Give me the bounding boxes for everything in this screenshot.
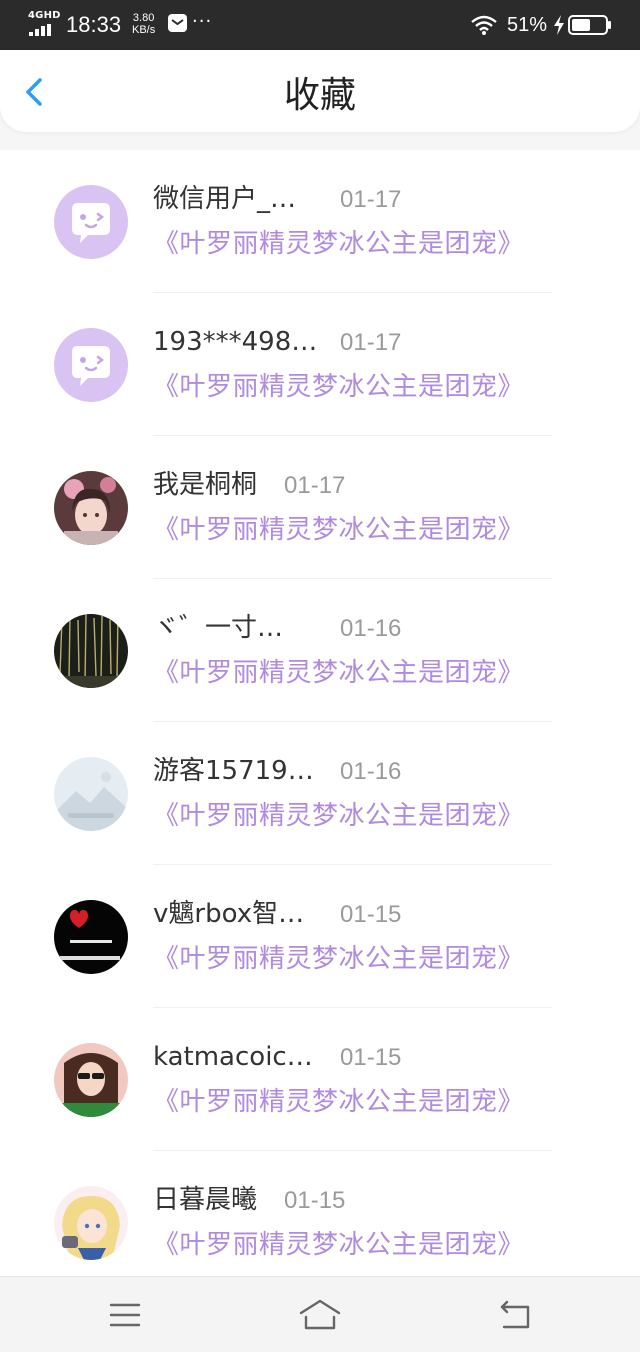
user-name: v魑rbox智… <box>153 899 305 929</box>
anime-girl-avatar-icon <box>54 471 128 545</box>
status-bar: 4GHD 18:33 3.80 KB/s ··· 51% <box>0 0 640 50</box>
sailor-moon-avatar-icon <box>54 1186 128 1260</box>
battery-icon <box>568 15 612 35</box>
avatar[interactable] <box>54 900 128 974</box>
avatar[interactable] <box>54 1043 128 1117</box>
network-speed: 3.80 KB/s <box>132 12 155 36</box>
favorites-list: 微信用户_… 01-17 《叶罗丽精灵梦冰公主是团宠》 193***498… 0… <box>0 150 640 1276</box>
date: 01-15 <box>340 901 402 928</box>
book-title[interactable]: 《叶罗丽精灵梦冰公主是团宠》 <box>153 655 524 691</box>
user-name: 日暮晨曦 <box>153 1185 258 1215</box>
book-title[interactable]: 《叶罗丽精灵梦冰公主是团宠》 <box>153 1227 524 1263</box>
user-name: 游客15719… <box>153 756 314 786</box>
more-notifications: ··· <box>192 11 213 32</box>
date: 01-15 <box>284 1187 346 1214</box>
header: 收藏 <box>0 50 640 132</box>
home-button[interactable] <box>298 1297 342 1333</box>
list-item[interactable]: 我是桐桐 01-17 《叶罗丽精灵梦冰公主是团宠》 <box>0 436 640 579</box>
book-title[interactable]: 《叶罗丽精灵梦冰公主是团宠》 <box>153 226 524 262</box>
menu-icon <box>109 1303 141 1327</box>
date: 01-16 <box>340 615 402 642</box>
menu-button[interactable] <box>105 1297 145 1333</box>
user-name: katmacoic… <box>153 1042 313 1072</box>
speed-value: 3.80 <box>132 12 155 24</box>
user-name: ヾ゛一寸… <box>153 613 284 643</box>
network-type: 4GHD <box>28 10 61 21</box>
default-avatar-icon <box>54 185 128 259</box>
date: 01-16 <box>340 758 402 785</box>
placeholder-image-icon <box>54 757 128 831</box>
home-icon <box>299 1299 341 1330</box>
default-avatar-icon <box>54 328 128 402</box>
back-icon <box>500 1300 530 1329</box>
night-lights-avatar-icon <box>54 614 128 688</box>
photo-girl-avatar-icon <box>54 1043 128 1117</box>
battery-percent: 51% <box>507 14 548 36</box>
wifi-icon <box>470 14 498 36</box>
date: 01-17 <box>284 472 346 499</box>
list-item[interactable]: v魑rbox智… 01-15 《叶罗丽精灵梦冰公主是团宠》 <box>0 865 640 1008</box>
back-nav-button[interactable] <box>496 1297 536 1333</box>
user-name: 193***498… <box>153 327 318 357</box>
avatar[interactable] <box>54 471 128 545</box>
list-item[interactable]: 微信用户_… 01-17 《叶罗丽精灵梦冰公主是团宠》 <box>0 150 640 293</box>
speed-unit: KB/s <box>132 24 156 36</box>
book-title[interactable]: 《叶罗丽精灵梦冰公主是团宠》 <box>153 941 524 977</box>
clock: 18:33 <box>66 12 122 37</box>
avatar[interactable] <box>54 185 128 259</box>
list-item[interactable]: 日暮晨曦 01-15 《叶罗丽精灵梦冰公主是团宠》 <box>0 1151 640 1276</box>
book-title[interactable]: 《叶罗丽精灵梦冰公主是团宠》 <box>153 798 524 834</box>
date: 01-15 <box>340 1044 402 1071</box>
black-heart-avatar-icon <box>54 900 128 974</box>
book-title[interactable]: 《叶罗丽精灵梦冰公主是团宠》 <box>153 369 524 405</box>
list-item[interactable]: katmacoic… 01-15 《叶罗丽精灵梦冰公主是团宠》 <box>0 1008 640 1151</box>
charging-icon <box>553 15 565 35</box>
list-item[interactable]: 游客15719… 01-16 《叶罗丽精灵梦冰公主是团宠》 <box>0 722 640 865</box>
date: 01-17 <box>340 186 402 213</box>
user-name: 微信用户_… <box>153 184 297 214</box>
date: 01-17 <box>340 329 402 356</box>
avatar[interactable] <box>54 1186 128 1260</box>
signal-icon: 4GHD <box>28 10 61 38</box>
list-item[interactable]: 193***498… 01-17 《叶罗丽精灵梦冰公主是团宠》 <box>0 293 640 436</box>
book-title[interactable]: 《叶罗丽精灵梦冰公主是团宠》 <box>153 512 524 548</box>
system-nav-bar <box>0 1276 640 1352</box>
avatar[interactable] <box>54 328 128 402</box>
list-item[interactable]: ヾ゛一寸… 01-16 《叶罗丽精灵梦冰公主是团宠》 <box>0 579 640 722</box>
mail-icon <box>168 14 187 32</box>
user-name: 我是桐桐 <box>153 470 258 500</box>
book-title[interactable]: 《叶罗丽精灵梦冰公主是团宠》 <box>153 1084 524 1120</box>
page-title: 收藏 <box>283 75 356 116</box>
avatar[interactable] <box>54 614 128 688</box>
avatar[interactable] <box>54 757 128 831</box>
